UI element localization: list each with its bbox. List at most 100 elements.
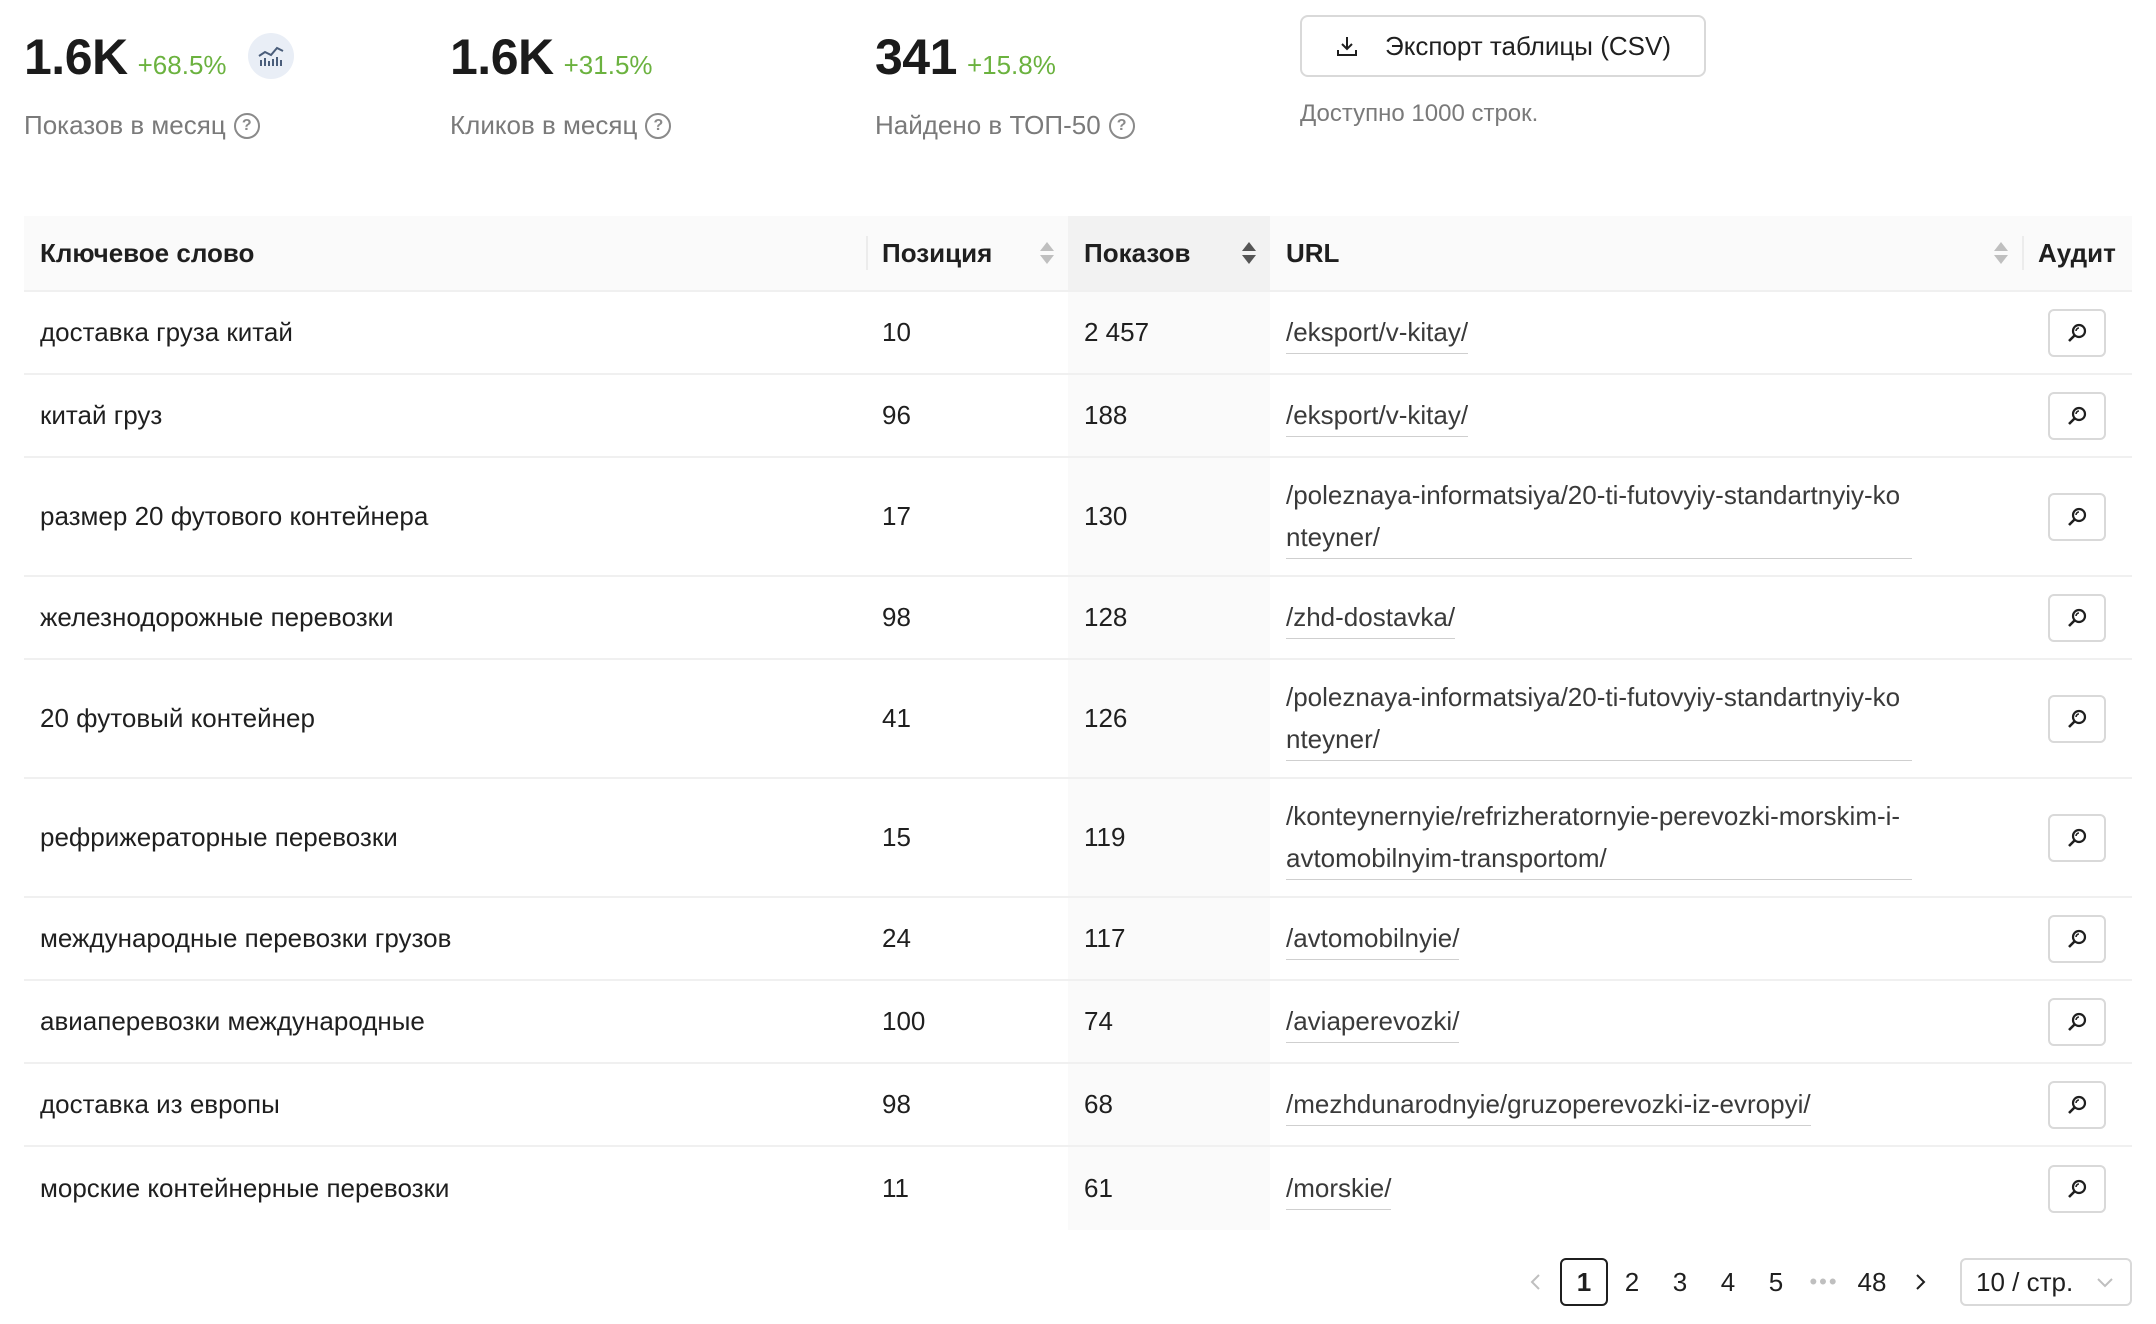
page-1-button[interactable]: 1 (1560, 1258, 1608, 1306)
sort-icon[interactable] (1994, 242, 2008, 264)
question-circle-icon[interactable]: ? (1108, 112, 1135, 139)
cell-url-link[interactable]: /eksport/v-kitay/ (1286, 311, 1469, 354)
cell-position: 17 (882, 501, 911, 531)
cell-url-link[interactable]: /poleznaya-informatsiya/20-ti-futovyiy-s… (1286, 474, 1912, 559)
page-4-button[interactable]: 4 (1704, 1258, 1752, 1306)
stat-value: 341 (875, 29, 957, 85)
stat-top50: 341 +15.8% Найдено в ТОП-50 ? (875, 28, 1135, 141)
page-3-button[interactable]: 3 (1656, 1258, 1704, 1306)
table-row: 20 футовый контейнер 41 126 /poleznaya-i… (24, 660, 2132, 779)
page-2-button[interactable]: 2 (1608, 1258, 1656, 1306)
stat-clicks: 1.6K +31.5% Кликов в месяц ? (450, 28, 672, 141)
header-position-label: Позиция (882, 237, 993, 268)
question-circle-icon[interactable]: ? (233, 112, 260, 139)
table-row: морские контейнерные перевозки 11 61 /mo… (24, 1147, 2132, 1230)
cell-position: 41 (882, 703, 911, 733)
zoom-icon (2068, 929, 2087, 948)
cell-url-link[interactable]: /morskie/ (1286, 1167, 1392, 1210)
header-audit-label: Аудит (2038, 237, 2116, 268)
prev-page-button[interactable] (1512, 1258, 1560, 1306)
table-row: рефрижераторные перевозки 15 119 /kontey… (24, 779, 2132, 898)
cell-impressions: 68 (1068, 1064, 1270, 1145)
zoom-icon (2068, 709, 2087, 728)
audit-button[interactable] (2048, 1164, 2106, 1213)
page-size-select[interactable]: 10 / стр. (1960, 1258, 2132, 1306)
zoom-icon (2068, 1179, 2087, 1198)
cell-position: 98 (882, 602, 911, 632)
zoom-icon (2068, 1012, 2087, 1031)
cell-position: 98 (882, 1089, 911, 1119)
cell-position: 11 (882, 1173, 909, 1203)
table-body: доставка груза китай 10 2 457 /eksport/v… (24, 292, 2132, 1230)
export-csv-button[interactable]: Экспорт таблицы (CSV) (1300, 15, 1706, 77)
sort-desc-icon[interactable] (1242, 242, 1256, 264)
cell-url-link[interactable]: /konteynernyie/refrizheratornyie-perevoz… (1286, 795, 1912, 880)
cell-impressions: 126 (1068, 660, 1270, 777)
header-url[interactable]: URL (1270, 216, 2022, 290)
header-keyword-label: Ключевое слово (40, 237, 255, 268)
audit-button[interactable] (2048, 813, 2106, 862)
cell-url-link[interactable]: /poleznaya-informatsiya/20-ti-futovyiy-s… (1286, 676, 1912, 761)
download-icon (1337, 37, 1357, 56)
cell-position: 96 (882, 400, 911, 430)
zoom-icon (2068, 1095, 2087, 1114)
more-pages-ellipsis[interactable]: ••• (1800, 1258, 1848, 1306)
cell-position: 10 (882, 317, 911, 347)
chevron-down-icon (2097, 1278, 2113, 1288)
audit-button[interactable] (2048, 492, 2106, 541)
stat-delta: +68.5% (137, 50, 227, 80)
audit-button[interactable] (2048, 593, 2106, 642)
cell-impressions: 74 (1068, 981, 1270, 1062)
cell-impressions: 119 (1068, 779, 1270, 896)
table-row: китай груз 96 188 /eksport/v-kitay/ (24, 375, 2132, 458)
question-circle-icon[interactable]: ? (645, 112, 672, 139)
stat-value: 1.6K (24, 29, 128, 85)
cell-url-link[interactable]: /zhd-dostavka/ (1286, 596, 1456, 639)
cell-keyword: железнодорожные перевозки (40, 602, 394, 632)
chevron-right-icon (1916, 1274, 1926, 1290)
stat-label: Кликов в месяц (450, 110, 638, 140)
cell-url-link[interactable]: /mezhdunarodnyie/gruzoperevozki-iz-evrop… (1286, 1083, 1811, 1126)
cell-keyword: рефрижераторные перевозки (40, 822, 398, 852)
audit-button[interactable] (2048, 997, 2106, 1046)
cell-position: 24 (882, 923, 911, 953)
page-last-button[interactable]: 48 (1848, 1258, 1896, 1306)
cell-url-link[interactable]: /eksport/v-kitay/ (1286, 394, 1469, 437)
zoom-icon (2068, 608, 2087, 627)
chevron-left-icon (1530, 1274, 1540, 1290)
cell-url-link[interactable]: /avtomobilnyie/ (1286, 917, 1460, 960)
cell-keyword: морские контейнерные перевозки (40, 1173, 450, 1203)
header-position[interactable]: Позиция (866, 216, 1068, 290)
table-row: авиаперевозки международные 100 74 /avia… (24, 981, 2132, 1064)
cell-impressions: 128 (1068, 577, 1270, 658)
zoom-icon (2068, 828, 2087, 847)
cell-keyword: доставка груза китай (40, 317, 293, 347)
table-row: железнодорожные перевозки 98 128 /zhd-do… (24, 577, 2132, 660)
next-page-button[interactable] (1896, 1258, 1944, 1306)
pagination: 1 2 3 4 5 ••• 48 10 / стр. (1512, 1258, 2132, 1306)
audit-button[interactable] (2048, 694, 2106, 743)
cell-url-link[interactable]: /aviaperevozki/ (1286, 1000, 1460, 1043)
header-impressions[interactable]: Показов (1068, 216, 1270, 290)
cell-keyword: 20 футовый контейнер (40, 703, 315, 733)
cell-impressions: 117 (1068, 898, 1270, 979)
page-size-value: 10 / стр. (1976, 1266, 2074, 1297)
keywords-page: 1.6K +68.5% Показов в месяц ? 1.6K +31.5… (0, 0, 2156, 1324)
sort-icon[interactable] (1040, 242, 1054, 264)
page-5-button[interactable]: 5 (1752, 1258, 1800, 1306)
table-row: размер 20 футового контейнера 17 130 /po… (24, 458, 2132, 577)
audit-button[interactable] (2048, 308, 2106, 357)
table-row: международные перевозки грузов 24 117 /a… (24, 898, 2132, 981)
stat-impressions: 1.6K +68.5% Показов в месяц ? (24, 28, 260, 141)
cell-keyword: авиаперевозки международные (40, 1006, 425, 1036)
audit-button[interactable] (2048, 914, 2106, 963)
header-keyword: Ключевое слово (24, 216, 866, 290)
table-row: доставка груза китай 10 2 457 /eksport/v… (24, 292, 2132, 375)
cell-impressions: 130 (1068, 458, 1270, 575)
table-row: доставка из европы 98 68 /mezhdunarodnyi… (24, 1064, 2132, 1147)
zoom-icon (2068, 406, 2087, 425)
audit-button[interactable] (2048, 1080, 2106, 1129)
audit-button[interactable] (2048, 391, 2106, 440)
chart-toggle-button[interactable] (248, 33, 294, 79)
stat-label: Показов в месяц (24, 110, 226, 140)
